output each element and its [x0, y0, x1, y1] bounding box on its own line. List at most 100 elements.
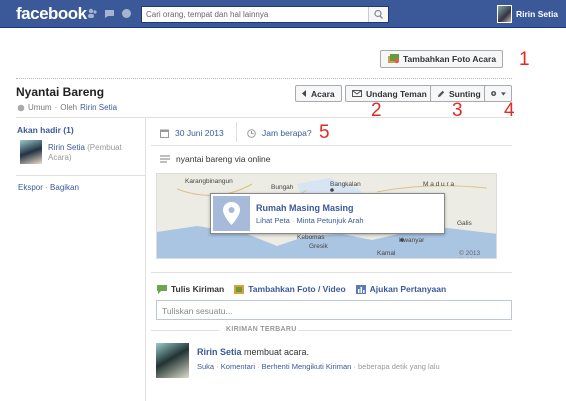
map-label: Kwanyar [399, 237, 425, 244]
composer-tabs: Tulis Kiriman Tambahkan Foto / Video Aju… [157, 284, 446, 294]
tab-add-photo-video-label: Tambahkan Foto / Video [248, 284, 346, 294]
globe-icon [17, 104, 25, 111]
export-link[interactable]: Ekspor [18, 183, 43, 192]
description-lines-icon [160, 154, 170, 163]
privacy-label: Umum [28, 103, 52, 112]
post-actions: Suka · Komentari · Berhenti Mengikuti Ki… [197, 362, 440, 371]
divider [151, 145, 512, 146]
post-header: Ririn Setia membuat acara. [197, 347, 309, 357]
status-input-placeholder: Tuliskan sesuatu... [162, 306, 233, 316]
search-input[interactable]: Cari orang, tempat dan hal lainnya [141, 6, 389, 23]
status-input[interactable]: Tuliskan sesuatu... [156, 300, 512, 320]
chevron-down-icon [501, 91, 506, 96]
event-title: Nyantai Bareng [16, 85, 105, 99]
place-links: Lihat Peta · Minta Petunjuk Arah [256, 216, 364, 225]
tab-write-post[interactable]: Tulis Kiriman [157, 284, 224, 294]
post-action: membuat acara. [244, 347, 310, 357]
envelope-icon [352, 90, 362, 97]
annotation-4: 4 [504, 100, 515, 121]
time-row: Jam berapa? [247, 128, 312, 138]
events-back-button[interactable]: Acara [295, 85, 342, 102]
view-map-link[interactable]: Lihat Peta [256, 216, 290, 225]
guest-avatar[interactable] [20, 140, 42, 164]
tab-write-post-label: Tulis Kiriman [171, 284, 225, 294]
add-photo-icon [388, 54, 399, 64]
map-label: Bungah [271, 184, 294, 191]
events-back-label: Acara [311, 88, 335, 99]
messages-icon[interactable] [104, 8, 115, 19]
share-link[interactable]: Bagikan [50, 183, 79, 192]
sidebar-links: Ekspor · Bagikan [18, 183, 79, 192]
facebook-logo[interactable]: facebook [16, 4, 87, 24]
question-chart-icon [355, 284, 366, 294]
divider [236, 122, 237, 142]
speech-bubble-icon [157, 284, 167, 294]
search-icon [374, 9, 383, 19]
edit-event-label: Sunting [449, 88, 481, 99]
comment-link[interactable]: Komentari [221, 362, 255, 371]
post-timestamp: beberapa detik yang lalu [357, 362, 440, 371]
chevron-left-icon [302, 90, 306, 97]
directions-link[interactable]: Minta Petunjuk Arah [296, 216, 363, 225]
invite-friends-label: Undang Teman [366, 88, 427, 99]
event-description: nyantai bareng via online [176, 154, 271, 164]
place-thumbnail [213, 196, 250, 231]
tab-ask-question-label: Ajukan Pertanyaan [369, 284, 447, 294]
map-copyright: © 2013 Nokia [459, 250, 481, 258]
place-name-link[interactable]: Rumah Masing Masing [256, 203, 354, 213]
going-count-label[interactable]: Akan hadir (1) [17, 125, 74, 135]
map-label: Kebomas [297, 234, 325, 241]
divider [298, 330, 512, 331]
post-author-avatar[interactable] [156, 343, 189, 378]
user-name: Ririn Setia [516, 9, 559, 19]
add-event-photo-button[interactable]: Tambahkan Foto Acara [380, 50, 504, 68]
photo-icon [234, 284, 245, 294]
description-row: nyantai bareng via online [160, 154, 271, 164]
like-link[interactable]: Suka [197, 362, 214, 371]
map-label: M a d u r a [423, 181, 455, 188]
post-author-link[interactable]: Ririn Setia [197, 347, 242, 357]
divider [16, 175, 145, 176]
search-button[interactable] [368, 7, 388, 22]
divider [16, 78, 512, 79]
annotation-3: 3 [452, 100, 463, 121]
tab-ask-question[interactable]: Ajukan Pertanyaan [355, 284, 447, 294]
calendar-icon [160, 129, 169, 138]
avatar [497, 5, 512, 23]
date-row: 30 Juni 2013 [160, 128, 224, 138]
guest-entry: Ririn Setia (Pembuat Acara) [48, 143, 128, 163]
map-label: Bangkalan [330, 181, 361, 188]
column-divider [145, 117, 146, 401]
annotation-1: 1 [519, 49, 530, 70]
host-link[interactable]: Ririn Setia [80, 103, 117, 112]
map-label: Gresik [309, 243, 328, 250]
pencil-icon [438, 90, 445, 97]
divider [151, 272, 512, 273]
place-card[interactable]: Rumah Masing Masing Lihat Peta · Minta P… [210, 193, 445, 234]
friend-requests-icon[interactable] [87, 8, 98, 19]
divider [16, 117, 512, 118]
invite-friends-button[interactable]: Undang Teman [345, 85, 434, 102]
profile-link[interactable]: Ririn Setia [497, 5, 558, 23]
time-link[interactable]: Jam berapa? [262, 128, 312, 138]
map-label: Karangbinangun [185, 178, 233, 185]
by-label: Oleh [60, 103, 78, 112]
map-pin-icon [223, 202, 240, 225]
add-event-photo-label: Tambahkan Foto Acara [403, 54, 497, 64]
notification-jewels [87, 8, 132, 19]
search-placeholder: Cari orang, tempat dan hal lainnya [146, 10, 269, 19]
gear-icon [491, 90, 497, 97]
event-subtitle: Umum · Oleh Ririn Setia [17, 103, 117, 112]
guest-name-link[interactable]: Ririn Setia [48, 143, 85, 152]
unfollow-post-link[interactable]: Berhenti Mengikuti Kiriman [262, 362, 352, 371]
top-navigation-bar: facebook Cari orang, tempat dan hal lain… [0, 0, 566, 28]
event-date-link[interactable]: 30 Juni 2013 [175, 128, 224, 138]
tab-add-photo-video[interactable]: Tambahkan Foto / Video [234, 284, 346, 294]
annotation-5: 5 [319, 122, 330, 143]
globe-notifications-icon[interactable] [121, 8, 132, 19]
clock-icon [247, 128, 256, 138]
annotation-2: 2 [371, 100, 382, 121]
divider [151, 330, 219, 331]
map-label: Galis [457, 220, 472, 227]
recent-posts-heading: KIRIMAN TERBARU [226, 326, 297, 333]
